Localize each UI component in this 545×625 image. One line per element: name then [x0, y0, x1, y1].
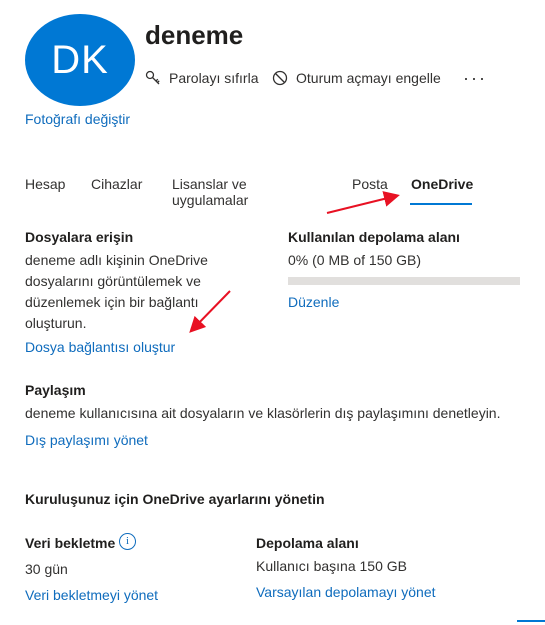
storage-used-title: Kullanılan depolama alanı	[288, 229, 460, 245]
file-access-title: Dosyalara erişin	[25, 229, 134, 245]
sharing-title: Paylaşım	[25, 382, 86, 398]
edit-storage-link[interactable]: Düzenle	[288, 294, 339, 310]
sharing-description: deneme kullanıcısına ait dosyaların ve k…	[25, 405, 501, 421]
info-icon[interactable]: i	[119, 533, 136, 550]
retention-value: 30 gün	[25, 561, 68, 577]
org-settings-title: Kuruluşunuz için OneDrive ayarlarını yön…	[25, 491, 325, 507]
storage-value: Kullanıcı başına 150 GB	[256, 558, 407, 574]
arrow-to-onedrive-tab	[326, 191, 400, 214]
bottom-accent-line	[517, 620, 545, 622]
file-access-description: deneme adlı kişinin OneDrive dosyalarını…	[25, 252, 208, 331]
manage-external-sharing-link[interactable]: Dış paylaşımı yönet	[25, 432, 148, 448]
storage-used-value: 0% (0 MB of 150 GB)	[288, 252, 422, 268]
storage-progress-bar	[288, 277, 520, 285]
manage-retention-link[interactable]: Veri bekletmeyi yönet	[25, 587, 158, 603]
manage-default-storage-link[interactable]: Varsayılan depolamayı yönet	[256, 584, 436, 600]
storage-title: Depolama alanı	[256, 535, 359, 551]
retention-title: Veri bekletme	[25, 535, 116, 551]
create-file-link[interactable]: Dosya bağlantısı oluştur	[25, 339, 175, 355]
